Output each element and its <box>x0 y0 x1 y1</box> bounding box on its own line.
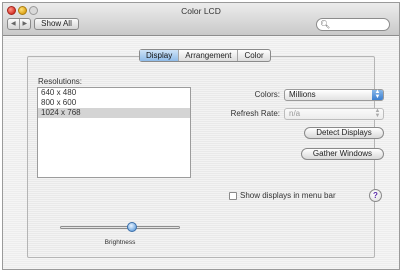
detect-displays-button[interactable]: Detect Displays <box>304 127 384 139</box>
colors-value: Millions <box>289 90 316 99</box>
gather-windows-button[interactable]: Gather Windows <box>301 148 384 160</box>
popup-arrows-icon: ▲ ▼ <box>374 108 381 119</box>
title-bar: Color LCD ◀ ▶ Show All 🔍︎ <box>3 3 399 36</box>
tab-bar: Display Arrangement Color <box>139 49 271 62</box>
resolution-item[interactable]: 800 x 600 <box>38 98 190 108</box>
resolution-item-selected[interactable]: 1024 x 768 <box>38 108 190 118</box>
search-icon: 🔍︎ <box>320 20 331 29</box>
search-field[interactable]: 🔍︎ <box>316 18 390 31</box>
back-forward-buttons: ◀ ▶ <box>7 18 31 30</box>
tab-arrangement[interactable]: Arrangement <box>179 50 239 61</box>
refresh-rate-select: n/a ▲ ▼ <box>284 108 384 120</box>
brightness-label: Brightness <box>104 239 136 246</box>
resolution-item[interactable]: 640 x 480 <box>38 88 190 98</box>
brightness-slider-knob[interactable] <box>127 222 137 232</box>
resolutions-list[interactable]: 640 x 480 800 x 600 1024 x 768 <box>37 87 191 178</box>
help-button[interactable]: ? <box>369 189 382 202</box>
refresh-rate-label: Refresh Rate: <box>230 109 280 118</box>
colors-select[interactable]: Millions ▲ ▼ <box>284 89 384 101</box>
show-displays-checkbox[interactable] <box>229 192 237 200</box>
colors-label: Colors: <box>254 90 280 99</box>
tab-color[interactable]: Color <box>238 50 269 61</box>
show-displays-label: Show displays in menu bar <box>240 191 336 200</box>
tab-display[interactable]: Display <box>140 50 180 61</box>
brightness-slider[interactable] <box>60 226 180 229</box>
window-title: Color LCD <box>181 6 221 16</box>
forward-arrow-icon[interactable]: ▶ <box>20 19 31 29</box>
show-all-button[interactable]: Show All <box>34 18 79 30</box>
popup-arrows-icon: ▲ ▼ <box>372 89 383 100</box>
resolutions-label: Resolutions: <box>38 77 83 86</box>
refresh-rate-value: n/a <box>289 109 301 118</box>
back-arrow-icon[interactable]: ◀ <box>8 19 20 29</box>
